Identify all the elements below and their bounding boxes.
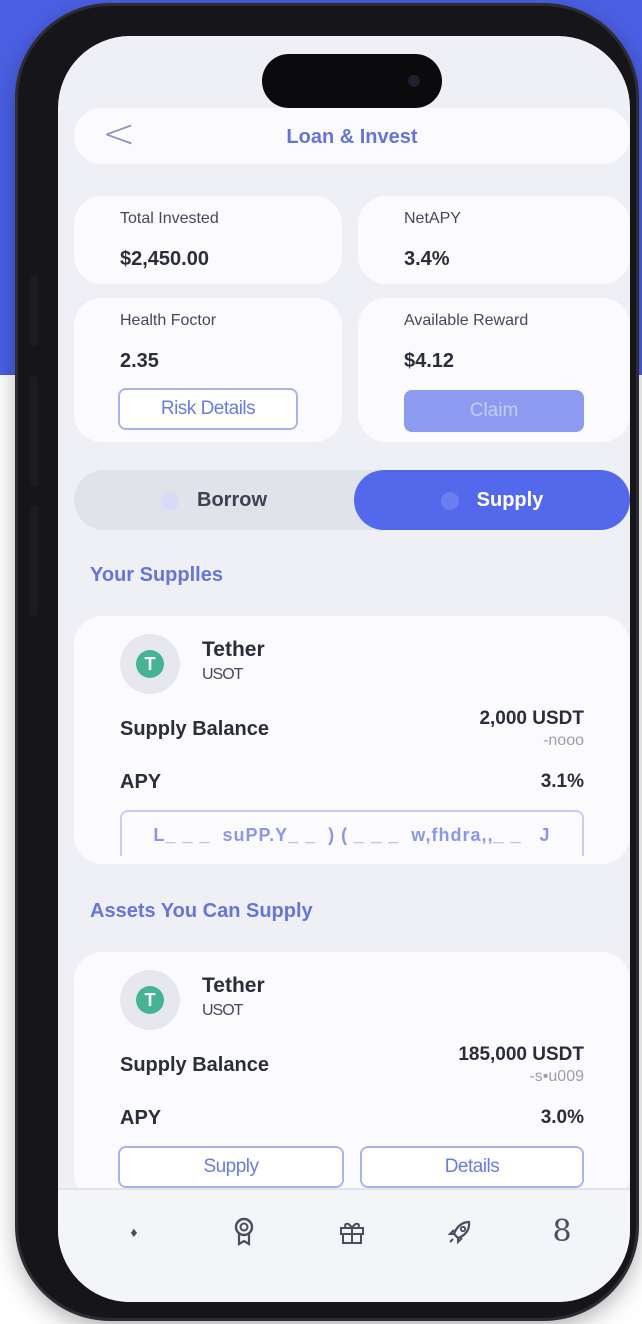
tab-borrow-label: Borrow [197, 489, 267, 511]
diamond-icon[interactable]: ♦ [114, 1212, 154, 1252]
net-apy-label: NetAPY [404, 210, 461, 227]
claim-button[interactable]: Claim [404, 390, 584, 432]
supply-balance-label: Supply Balance [120, 718, 269, 740]
page-title: Loan & Invest [286, 126, 418, 148]
apy-label: APY [120, 1107, 162, 1129]
your-supplies-heading: Your Supplles [90, 564, 223, 586]
profile-icon[interactable]: 8 [542, 1212, 582, 1252]
tab-borrow[interactable]: Borrow [74, 470, 354, 530]
supply-balance-sub: -nooo [543, 732, 584, 749]
details-button[interactable]: Details [360, 1146, 584, 1188]
supply-balance-sub: -s•u009 [529, 1068, 584, 1085]
available-reward-label: Available Reward [404, 312, 529, 329]
supply-asset-card: T Tether USOT Supply Balance 185,000 USD… [74, 952, 630, 1202]
supply-balance-label: Supply Balance [120, 1054, 269, 1076]
apy-value: 3.0% [540, 1107, 584, 1128]
tether-token-icon: T [120, 634, 180, 694]
supply-balance-value: 185,000 USDT [458, 1044, 584, 1065]
app-screen: < Loan & Invest Total Invested $2,450.00… [58, 36, 630, 1302]
health-factor-card: Health Foctor 2.35 Risk Details [74, 298, 342, 442]
total-invested-value: $2,450.00 [120, 248, 209, 270]
side-button [30, 376, 38, 486]
your-supply-card: T Tether USOT Supply Balance 2,000 USDT … [74, 616, 630, 864]
side-button [30, 506, 38, 616]
rocket-icon[interactable] [440, 1212, 480, 1252]
total-invested-card: Total Invested $2,450.00 [74, 196, 342, 284]
total-invested-label: Total Invested [120, 210, 219, 227]
token-symbol: USOT [202, 1002, 243, 1019]
token-name: Tether [202, 974, 265, 997]
health-factor-value: 2.35 [120, 350, 159, 372]
available-reward-value: $4.12 [404, 350, 455, 372]
token-name: Tether [202, 638, 265, 661]
net-apy-value: 3.4% [404, 248, 450, 270]
award-icon[interactable] [224, 1212, 264, 1252]
dynamic-island [262, 54, 442, 108]
apy-value: 3.1% [540, 771, 584, 792]
supply-withdraw-actions[interactable]: L_ _ _ suPP.Y_ _ ) ( _ _ _ w,fhdra,,_ _ … [120, 810, 584, 856]
assets-can-supply-heading: Assets You Can Supply [90, 900, 313, 922]
token-symbol: USOT [202, 666, 243, 683]
net-apy-card: NetAPY 3.4% [358, 196, 630, 284]
borrow-icon [161, 491, 179, 510]
side-button [30, 276, 38, 346]
supply-button[interactable]: Supply [118, 1146, 344, 1188]
health-factor-label: Health Foctor [120, 312, 217, 329]
tether-token-icon: T [120, 970, 180, 1030]
apy-label: APY [120, 771, 162, 793]
available-reward-card: Available Reward $4.12 Claim [358, 298, 630, 442]
supply-icon [440, 491, 459, 510]
phone-frame: < Loan & Invest Total Invested $2,450.00… [18, 6, 636, 1318]
tab-supply-label: Supply [476, 489, 544, 511]
bottom-nav: ♦ 8 [58, 1188, 630, 1302]
top-header: < Loan & Invest [74, 108, 630, 164]
supply-balance-value: 2,000 USDT [479, 708, 584, 729]
risk-details-button[interactable]: Risk Details [118, 388, 298, 430]
gift-icon[interactable] [332, 1212, 372, 1252]
tab-supply[interactable]: Supply [354, 470, 630, 530]
borrow-supply-toggle: Borrow Supply [74, 470, 630, 530]
